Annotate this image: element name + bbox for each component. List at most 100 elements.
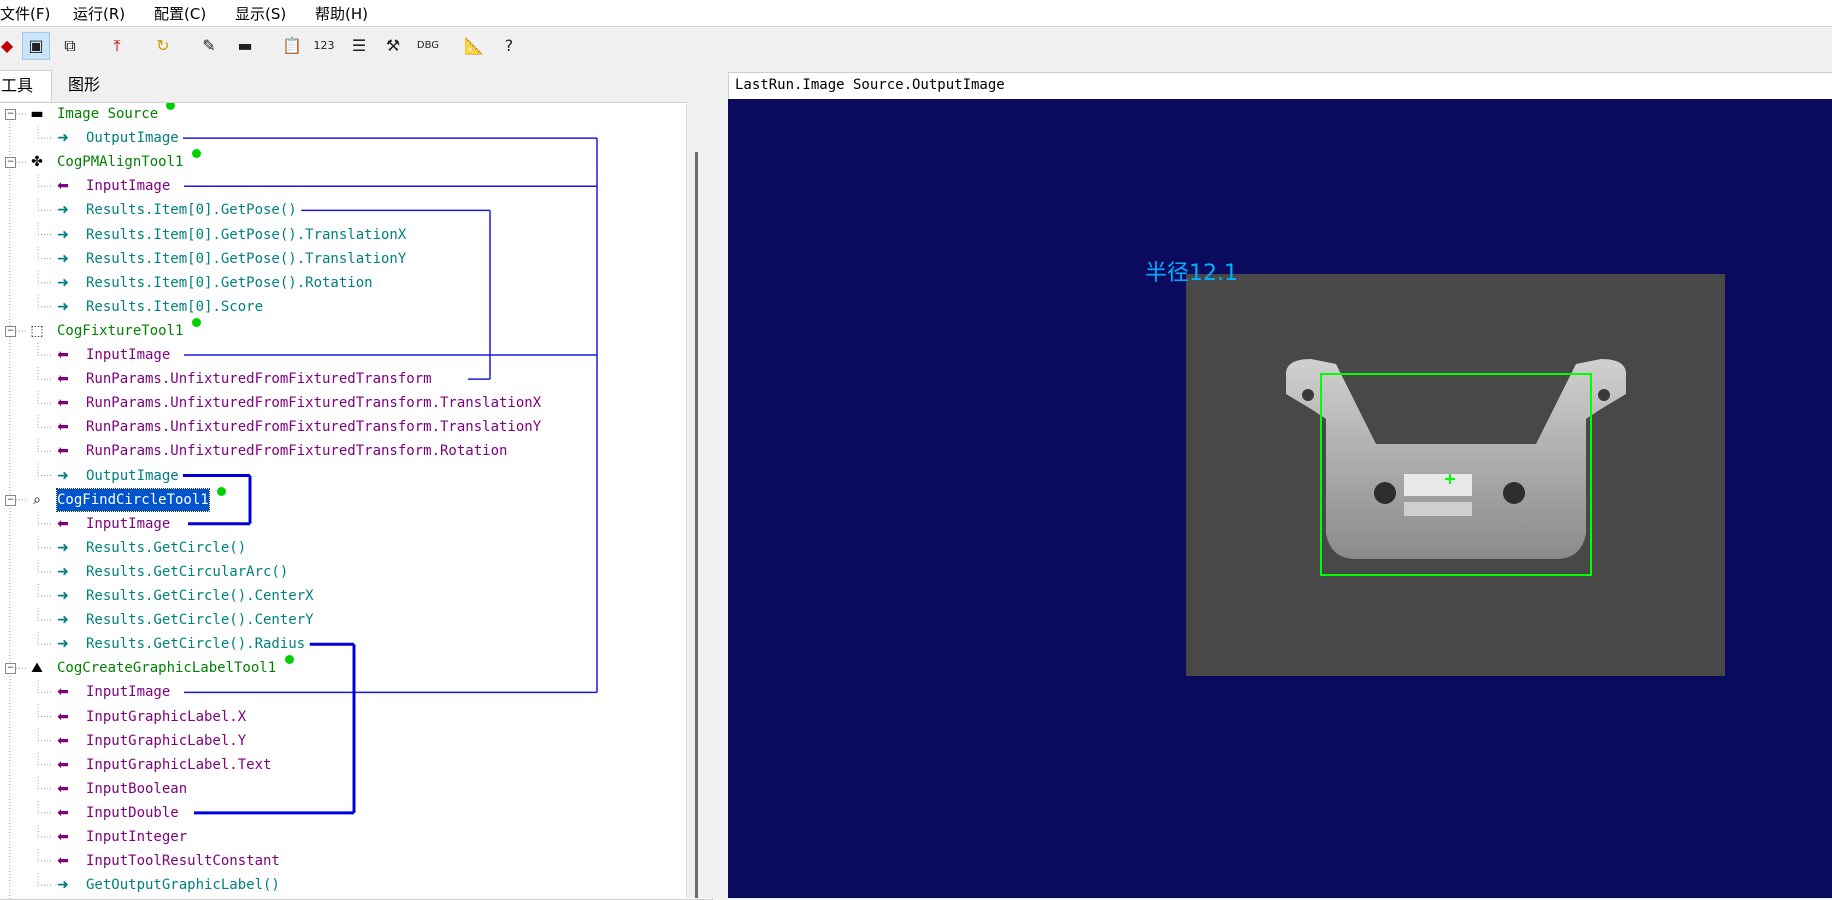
tree-output-node[interactable]: OutputImage — [86, 465, 179, 487]
input-arrow-icon: ⬅ — [57, 347, 69, 363]
menu-config[interactable]: 配置(C) — [154, 3, 206, 24]
tools-icon[interactable]: ⚒ — [380, 33, 406, 59]
tree-input-node[interactable]: InputToolResultConstant — [86, 850, 280, 872]
input-arrow-icon: ⬅ — [57, 853, 69, 870]
tree-tool-node[interactable]: CogFixtureTool1 — [57, 320, 183, 342]
splitter[interactable] — [712, 70, 728, 898]
tree-input-node[interactable]: RunParams.UnfixturedFromFixturedTransfor… — [86, 368, 432, 390]
tree-input-node[interactable]: RunParams.UnfixturedFromFixturedTransfor… — [86, 416, 541, 438]
clipboard-icon[interactable]: 📋 — [279, 33, 305, 59]
tree-output-node[interactable]: Results.Item[0].Score — [86, 296, 263, 318]
output-arrow-icon: ➜ — [57, 467, 69, 484]
panel-tabs: 工具 图形 — [0, 70, 725, 102]
camera-icon[interactable]: ▬ — [232, 33, 258, 59]
tab-tools[interactable]: 工具 — [0, 70, 52, 101]
debug-icon[interactable]: DBG — [415, 33, 441, 59]
output-arrow-icon: ➜ — [57, 298, 69, 315]
tool-tree: − ▬ Image Source ➜ OutputImage − ✤ CogPMAlignTo… — [0, 102, 713, 900]
tree-input-node[interactable]: RunParams.UnfixturedFromFixturedTransfor… — [86, 440, 507, 462]
tool-status-dot — [191, 149, 201, 159]
output-arrow-icon: ➜ — [57, 274, 69, 291]
tree-output-node[interactable]: Results.Item[0].GetPose() — [86, 199, 297, 221]
collapse-toggle[interactable]: − — [5, 325, 16, 337]
counter-icon[interactable]: 123 — [311, 33, 337, 59]
label-icon: ⛰ — [31, 660, 43, 677]
right-ear-hole — [1598, 389, 1610, 401]
menu-file[interactable]: 文件(F) — [0, 3, 50, 24]
tree-tool-node[interactable]: CogFindCircleTool1 — [56, 487, 210, 512]
input-arrow-icon: ⬅ — [57, 708, 69, 725]
tree-input-node[interactable]: RunParams.UnfixturedFromFixturedTransfor… — [86, 392, 541, 414]
tree-input-node[interactable]: InputImage — [86, 513, 170, 535]
tree-output-node[interactable]: Results.Item[0].GetPose().TranslationY — [86, 248, 406, 270]
tree-input-node[interactable]: InputGraphicLabel.Y — [86, 730, 246, 752]
input-arrow-icon: ⬅ — [57, 684, 69, 701]
tree-input-node[interactable]: InputInteger — [86, 826, 187, 848]
help-icon[interactable]: ? — [496, 33, 522, 59]
scrollbar-thumb[interactable] — [695, 152, 698, 898]
tree-tool-node[interactable]: Image Source — [57, 103, 158, 125]
part-image — [1186, 274, 1725, 676]
tool-status-dot — [217, 486, 227, 496]
tree-tool-node[interactable]: CogPMAlignTool1 — [57, 151, 183, 173]
collapse-toggle[interactable]: − — [5, 157, 16, 169]
tree-tool-node[interactable]: CogCreateGraphicLabelTool1 — [57, 657, 276, 679]
output-arrow-icon: ➜ — [57, 636, 69, 653]
tree-output-node[interactable]: Results.GetCircle().CenterY — [86, 609, 314, 631]
radius-label: 半径12.1 — [1145, 261, 1238, 286]
input-arrow-icon: ⬅ — [57, 804, 69, 821]
tree-input-node[interactable]: InputImage — [86, 175, 170, 197]
display-title-bar: LastRun.Image Source.OutputImage — [728, 72, 1832, 100]
menu-run[interactable]: 运行(R) — [73, 3, 125, 24]
edit-icon[interactable]: ✎ — [196, 33, 222, 59]
input-arrow-icon: ⬅ — [57, 419, 69, 436]
tree-output-node[interactable]: Results.GetCircle() — [86, 537, 246, 559]
copy-icon[interactable]: ⧉ — [57, 33, 83, 59]
right-hole — [1503, 482, 1525, 504]
properties-icon[interactable]: ☰ — [346, 33, 372, 59]
run-icon[interactable]: ◆ — [0, 33, 20, 59]
output-arrow-icon: ➜ — [57, 612, 69, 629]
menu-display[interactable]: 显示(S) — [235, 3, 286, 24]
input-arrow-icon: ⬅ — [57, 178, 69, 195]
tree-input-node[interactable]: InputGraphicLabel.Text — [86, 754, 271, 776]
collapse-toggle[interactable]: − — [5, 109, 16, 120]
input-arrow-icon: ⬅ — [57, 732, 69, 749]
tree-input-node[interactable]: InputGraphicLabel.X — [86, 706, 246, 728]
tree-output-node[interactable]: Results.GetCircle().Radius — [86, 633, 305, 655]
tree-output-node[interactable]: Results.GetCircle().CenterX — [86, 585, 314, 607]
tab-graphics[interactable]: 图形 — [58, 70, 110, 100]
tree-output-node[interactable]: OutputImage — [86, 127, 179, 149]
output-arrow-icon: ➜ — [57, 250, 69, 267]
display-icon[interactable]: ▣ — [22, 32, 50, 60]
image-display[interactable]: 半径12.1 — [728, 99, 1832, 898]
part-drawing — [1186, 274, 1725, 676]
output-arrow-icon: ➜ — [57, 877, 69, 894]
fixture-icon: ⬚ — [30, 322, 44, 339]
tree-output-node[interactable]: Results.Item[0].GetPose().TranslationX — [86, 224, 406, 246]
tree-scrollbar[interactable] — [686, 102, 713, 898]
tree-input-node[interactable]: InputImage — [86, 344, 170, 366]
output-arrow-icon: ➜ — [57, 130, 69, 147]
display-title: LastRun.Image Source.OutputImage — [735, 77, 1005, 93]
tree-input-node[interactable]: InputBoolean — [86, 778, 187, 800]
tree-input-node[interactable]: InputDouble — [86, 802, 179, 824]
tree-output-node[interactable]: Results.GetCircularArc() — [86, 561, 288, 583]
left-ear-hole — [1302, 389, 1314, 401]
refresh-icon[interactable]: ↻ — [150, 33, 176, 59]
output-arrow-icon: ➜ — [57, 563, 69, 580]
menu-help[interactable]: 帮助(H) — [315, 3, 368, 24]
input-arrow-icon: ⬅ — [57, 756, 69, 773]
tree-output-node[interactable]: GetOutputGraphicLabel() — [86, 874, 280, 896]
load-icon[interactable]: ⤒ — [104, 33, 130, 59]
collapse-toggle[interactable]: − — [5, 494, 16, 506]
tree-output-node[interactable]: Results.Item[0].GetPose().Rotation — [86, 272, 373, 294]
tool-status-dot — [284, 655, 294, 665]
toolbar: ◆ ▣ ⧉ ⤒ ↻ ✎ ▬ 📋 123 ☰ ⚒ DBG 📐 ? — [0, 27, 1832, 67]
input-arrow-icon: ⬅ — [57, 780, 69, 797]
tree-input-node[interactable]: InputImage — [86, 681, 170, 703]
collapse-toggle[interactable]: − — [5, 663, 16, 675]
magnifier-icon: ⌕ — [33, 491, 41, 508]
output-arrow-icon: ➜ — [57, 226, 69, 243]
measure-icon[interactable]: 📐 — [461, 33, 487, 59]
